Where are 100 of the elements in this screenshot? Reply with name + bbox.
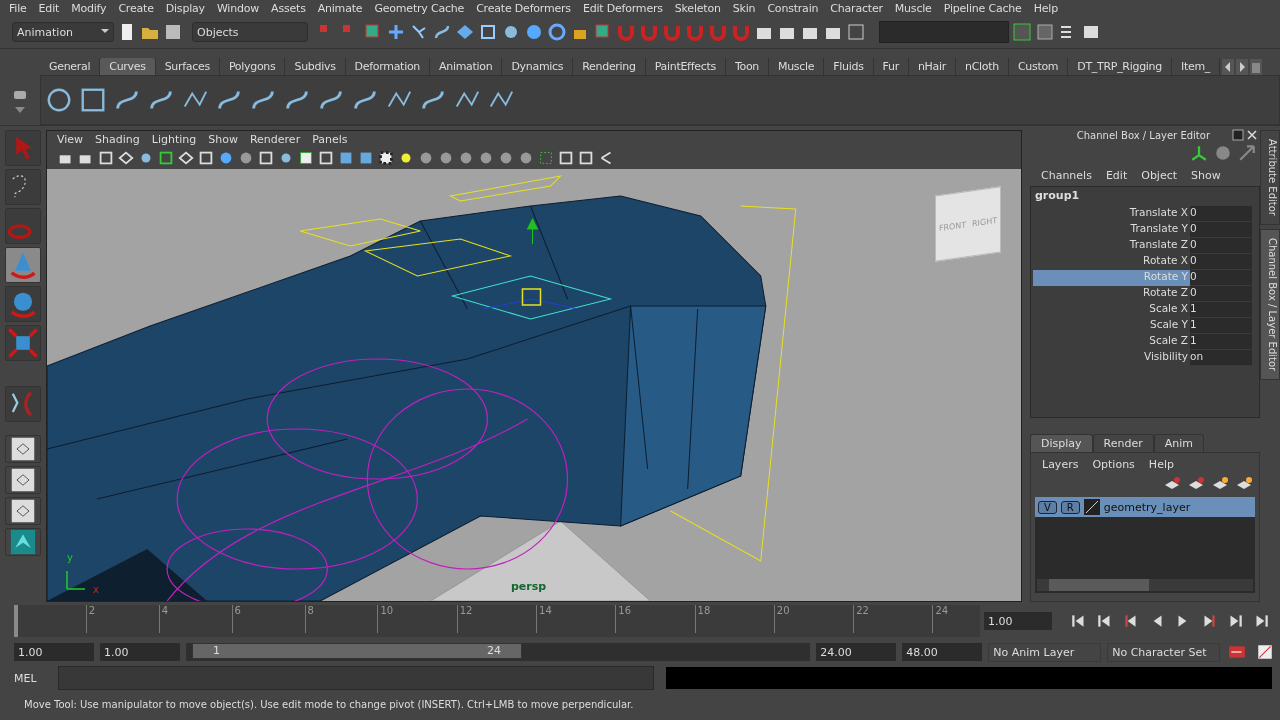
layer-menu-item[interactable]: Layers (1035, 457, 1086, 471)
save-icon[interactable] (163, 22, 183, 42)
logo-icon[interactable] (5, 528, 41, 556)
shelf-tab[interactable]: Curves (100, 58, 156, 75)
channel-value-field[interactable]: 1 (1190, 302, 1252, 318)
panel-menu-item[interactable]: Renderer (243, 132, 307, 146)
render-toggle[interactable]: R (1060, 500, 1080, 514)
menu-item[interactable]: Edit (32, 1, 66, 15)
channel-name[interactable]: Visibility (1033, 350, 1190, 366)
side-tab[interactable]: Attribute Editor (1260, 130, 1280, 225)
menu-item[interactable]: Constrain (761, 1, 825, 15)
scroll-right-icon[interactable] (1236, 59, 1248, 75)
menu-set-dropdown[interactable]: Animation (12, 22, 114, 42)
channel-value-field[interactable]: 0 (1190, 254, 1252, 270)
frame-number: 4 (158, 605, 169, 633)
menu-item[interactable]: Window (210, 1, 266, 15)
lasso-icon[interactable] (5, 169, 41, 205)
character-set-dropdown[interactable]: No Character Set (1107, 642, 1220, 662)
channel-value-field[interactable]: 1 (1190, 334, 1252, 350)
layer-tab[interactable]: Display (1030, 434, 1093, 452)
menu-item[interactable]: Geometry Cache (368, 1, 471, 15)
time-slider[interactable]: 2 4 6 8 10 12 14 16 18 20 22 24 (14, 605, 980, 637)
panel-menu-item[interactable]: Show (202, 132, 244, 146)
current-time-field[interactable]: 1.00 (984, 612, 1052, 630)
panel-menu-item[interactable]: Lighting (145, 132, 203, 146)
anim-layer-dropdown[interactable]: No Anim Layer (988, 642, 1102, 662)
channel-value-field[interactable]: 1 (1190, 318, 1252, 334)
channel-name[interactable]: Scale Y (1033, 318, 1190, 334)
channel-menu-item[interactable]: Object (1134, 168, 1185, 182)
menu-item[interactable]: Pipeline Cache (937, 1, 1028, 15)
menu-item[interactable]: Create (112, 1, 160, 15)
axis-label: y (67, 552, 73, 563)
scroll-left-icon[interactable] (1222, 59, 1234, 75)
lattice-icon[interactable] (478, 22, 498, 42)
color-swatch-icon[interactable] (1083, 499, 1100, 515)
help-line-text: Move Tool: Use manipulator to move object(s). Use edit mode to change pivot (INSERT). Ctrl+LMB to move perpendicular. (24, 698, 634, 710)
channel-menu-item[interactable]: Edit (1098, 168, 1135, 182)
menu-item[interactable]: Assets (265, 1, 312, 15)
channel-menu-item[interactable]: Show (1184, 168, 1228, 182)
menu-item[interactable]: Skeleton (668, 1, 727, 15)
command-language-label[interactable]: MEL (14, 671, 52, 685)
animation-end-field[interactable]: 48.00 (902, 643, 983, 661)
input-field[interactable] (879, 21, 1009, 43)
channel-name[interactable]: Translate Z (1033, 238, 1190, 254)
square-icon[interactable] (79, 86, 107, 114)
menu-item[interactable]: Display (159, 1, 211, 15)
animation-start-field[interactable]: 1.00 (14, 643, 94, 661)
checker-icon[interactable] (377, 149, 395, 167)
menu-item[interactable]: Modify (65, 1, 113, 15)
layer-tab[interactable]: Anim (1153, 434, 1204, 452)
panel-menu-item[interactable]: Shading (89, 132, 146, 146)
axis-icon[interactable] (1190, 144, 1208, 162)
selection-mode-field[interactable]: Objects (192, 22, 308, 42)
half-circle-icon[interactable] (1214, 144, 1232, 162)
channel-name[interactable]: Scale X (1033, 302, 1190, 318)
close-icon[interactable] (1246, 129, 1258, 141)
frame-number: 18 (694, 605, 711, 633)
menu-item[interactable]: Help (1027, 1, 1064, 15)
channel-menu-item[interactable]: Channels (1034, 168, 1099, 182)
channel-value-field[interactable]: 0 (1190, 238, 1252, 254)
layer-row[interactable]: V R geometry_layer (1035, 497, 1255, 517)
command-input-field[interactable] (58, 666, 654, 690)
menu-item[interactable]: Skin (726, 1, 762, 15)
menu-item[interactable]: Create Deformers (470, 1, 577, 15)
restore-icon[interactable] (1232, 129, 1244, 141)
surface-icon[interactable] (455, 22, 475, 42)
channel-value-field[interactable]: 0 (1190, 286, 1252, 302)
panel-menu-item[interactable]: View (51, 132, 90, 146)
panel-menu-item[interactable]: Panels (306, 132, 354, 146)
layer-menu-item[interactable]: Help (1141, 457, 1181, 471)
channel-value-field[interactable]: on (1190, 350, 1252, 366)
frame-number: 14 (536, 605, 552, 633)
channel-value-field[interactable]: 0 (1190, 270, 1252, 286)
side-tab[interactable]: Channel Box / Layer Editor (1260, 228, 1280, 381)
menu-item[interactable]: File (3, 1, 33, 15)
menu-item[interactable]: Edit Deformers (576, 1, 669, 15)
menu-item[interactable]: Animate (311, 1, 369, 15)
channel-name[interactable]: Translate X (1033, 206, 1190, 222)
horizontal-scrollbar[interactable] (1037, 579, 1253, 591)
current-frame-marker[interactable] (14, 605, 18, 637)
cone-icon[interactable] (5, 247, 41, 283)
circle-icon[interactable] (45, 86, 73, 114)
panel-title: Channel Box / Layer Editor (1076, 129, 1210, 141)
playback-end-field[interactable]: 24.00 (816, 643, 897, 661)
channel-value-field[interactable]: 0 (1190, 222, 1252, 238)
channel-name[interactable]: Translate Y (1033, 222, 1190, 238)
grid-icon[interactable] (177, 149, 195, 167)
channel-name[interactable]: Rotate X (1033, 254, 1190, 270)
camera-label: persp (511, 580, 547, 593)
channel-name[interactable]: Scale Z (1033, 334, 1190, 350)
layer-menu-item[interactable]: Options (1085, 457, 1142, 471)
frame-icon[interactable] (157, 149, 175, 167)
layer-tab[interactable]: Render (1092, 434, 1154, 452)
menu-item[interactable]: Muscle (888, 1, 938, 15)
playback-start-field[interactable]: 1.00 (100, 643, 180, 661)
visibility-toggle[interactable]: V (1038, 500, 1057, 514)
channel-name[interactable]: Rotate Z (1033, 286, 1190, 302)
menu-item[interactable]: Character (824, 1, 889, 15)
channel-value-field[interactable]: 0 (1190, 206, 1252, 222)
plus-icon[interactable] (386, 22, 406, 42)
